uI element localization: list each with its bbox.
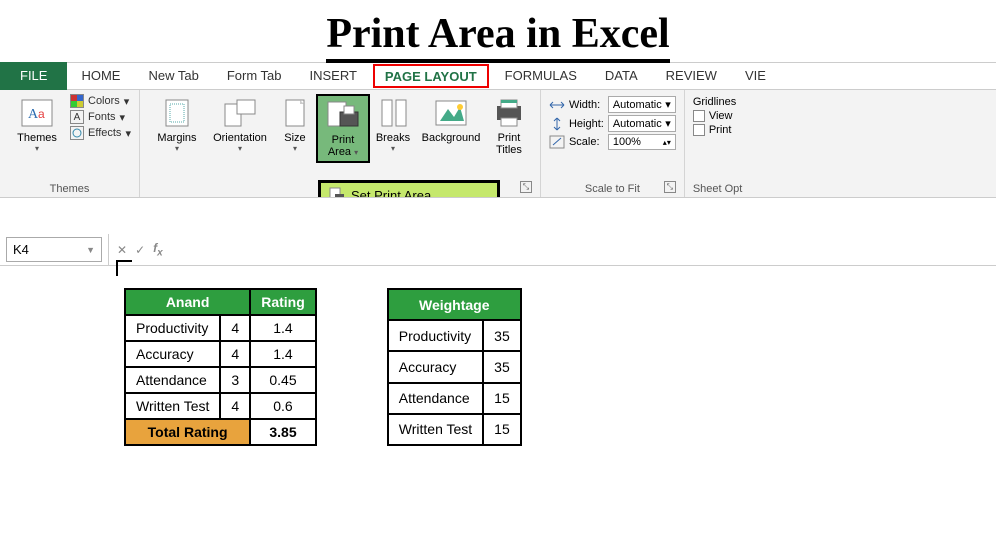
table-cell[interactable]: 35 [483, 320, 521, 351]
tab-view[interactable]: VIE [731, 62, 780, 90]
print-titles-button[interactable]: PrintTitles [486, 94, 532, 158]
group-label-scale: Scale to Fit⤡ [549, 181, 676, 195]
cancel-icon[interactable]: ✕ [117, 243, 127, 257]
table-cell[interactable]: 0.45 [250, 367, 316, 393]
total-value[interactable]: 3.85 [250, 419, 316, 445]
pagesetup-launcher[interactable]: ⤡ [520, 181, 532, 193]
set-print-area-icon [329, 187, 345, 198]
table-cell[interactable]: 4 [220, 315, 250, 341]
table-cell[interactable]: 1.4 [250, 341, 316, 367]
group-sheet-options: Gridlines View Print Sheet Opt [685, 90, 751, 197]
margins-icon [160, 96, 194, 130]
fonts-button[interactable]: A Fonts ▾ [70, 110, 131, 124]
print-area-icon [326, 98, 360, 132]
print-area-dropdown: Set Print Area Clear Print Area Add to P… [318, 180, 500, 198]
width-combo[interactable]: Automatic▾ [608, 96, 676, 113]
effects-button[interactable]: Effects ▾ [70, 126, 131, 140]
colors-icon [70, 94, 84, 108]
tab-review[interactable]: REVIEW [652, 62, 731, 90]
orientation-icon [223, 96, 257, 130]
table-cell[interactable]: Productivity [388, 320, 483, 351]
themes-icon: Aa [20, 96, 54, 130]
size-button[interactable]: Size▾ [274, 94, 316, 155]
table-cell[interactable]: Attendance [388, 383, 483, 414]
width-icon [549, 98, 565, 112]
print-area-button[interactable]: PrintArea ▾ Set Print Area Clear Print A… [316, 94, 370, 163]
print-titles-icon [492, 96, 526, 130]
rating-header: Rating [250, 289, 316, 315]
gridlines-print[interactable]: Print [693, 124, 736, 136]
group-themes: Aa Themes▾ Colors ▾ A Fonts ▾ Effects ▾ [0, 90, 140, 197]
worksheet-area: AnandRating Productivity41.4 Accuracy41.… [0, 266, 996, 446]
svg-text:a: a [38, 107, 45, 121]
scale-combo[interactable]: 100%▴▾ [608, 134, 676, 150]
name-box[interactable]: K4▼ [6, 237, 102, 262]
gridlines-view[interactable]: View [693, 110, 736, 122]
table-cell[interactable]: 0.6 [250, 393, 316, 419]
tab-data[interactable]: DATA [591, 62, 652, 90]
group-label-themes: Themes [8, 181, 131, 195]
anand-header: Anand [125, 289, 250, 315]
background-icon [434, 96, 468, 130]
height-label: Height: [569, 118, 604, 130]
width-label: Width: [569, 99, 604, 111]
tab-formtab[interactable]: Form Tab [213, 62, 296, 90]
height-combo[interactable]: Automatic▾ [608, 115, 676, 132]
ribbon-tabs: FILE HOME New Tab Form Tab INSERT PAGE L… [0, 62, 996, 90]
table-cell[interactable]: 4 [220, 393, 250, 419]
group-scale: Width: Automatic▾ Height: Automatic▾ Sca… [541, 90, 685, 197]
table-cell[interactable]: Accuracy [388, 351, 483, 382]
margins-button[interactable]: Margins▾ [148, 94, 206, 155]
table-cell[interactable]: 4 [220, 341, 250, 367]
table-cell[interactable]: Written Test [388, 414, 483, 445]
weightage-header: Weightage [388, 289, 521, 320]
table-cell[interactable]: 1.4 [250, 315, 316, 341]
table-cell[interactable]: 35 [483, 351, 521, 382]
tab-newtab[interactable]: New Tab [134, 62, 212, 90]
tab-insert[interactable]: INSERT [295, 62, 370, 90]
tab-pagelayout[interactable]: PAGE LAYOUT [373, 64, 489, 88]
table-cell[interactable]: Accuracy [125, 341, 220, 367]
set-print-area-item[interactable]: Set Print Area [321, 183, 497, 198]
table-cell[interactable]: 15 [483, 414, 521, 445]
checkbox-icon [693, 124, 705, 136]
page-title: Print Area in Excel [0, 0, 996, 62]
height-icon [549, 117, 565, 131]
group-label-sheet: Sheet Opt [693, 181, 743, 195]
background-button[interactable]: Background [416, 94, 486, 146]
table-cell[interactable]: Attendance [125, 367, 220, 393]
themes-button[interactable]: Aa Themes▾ [8, 94, 66, 155]
group-page-setup: Margins▾ Orientation▾ Size▾ PrintArea ▾ … [140, 90, 541, 197]
colors-button[interactable]: Colors ▾ [70, 94, 131, 108]
ribbon: Aa Themes▾ Colors ▾ A Fonts ▾ Effects ▾ [0, 90, 996, 198]
scale-icon [549, 135, 565, 149]
table-cell[interactable]: 15 [483, 383, 521, 414]
weightage-table: Weightage Productivity35 Accuracy35 Atte… [387, 288, 522, 446]
table-cell[interactable]: Written Test [125, 393, 220, 419]
breaks-button[interactable]: Breaks▾ [370, 94, 416, 155]
effects-icon [70, 126, 84, 140]
fx-icon[interactable]: fx [153, 241, 163, 258]
checkbox-icon [693, 110, 705, 122]
tab-file[interactable]: FILE [0, 62, 67, 90]
scale-launcher[interactable]: ⤡ [664, 181, 676, 193]
enter-icon[interactable]: ✓ [135, 243, 145, 257]
table-cell[interactable]: 3 [220, 367, 250, 393]
total-label[interactable]: Total Rating [125, 419, 250, 445]
anand-table: AnandRating Productivity41.4 Accuracy41.… [124, 288, 317, 446]
gridlines-label: Gridlines [693, 96, 736, 108]
fonts-icon: A [70, 110, 84, 124]
breaks-icon [376, 96, 410, 130]
formula-bar: K4▼ ✕ ✓ fx [0, 234, 996, 266]
scale-label: Scale: [569, 136, 604, 148]
tab-formulas[interactable]: FORMULAS [491, 62, 591, 90]
table-cell[interactable]: Productivity [125, 315, 220, 341]
size-icon [278, 96, 312, 130]
orientation-button[interactable]: Orientation▾ [206, 94, 274, 155]
tab-home[interactable]: HOME [67, 62, 134, 90]
